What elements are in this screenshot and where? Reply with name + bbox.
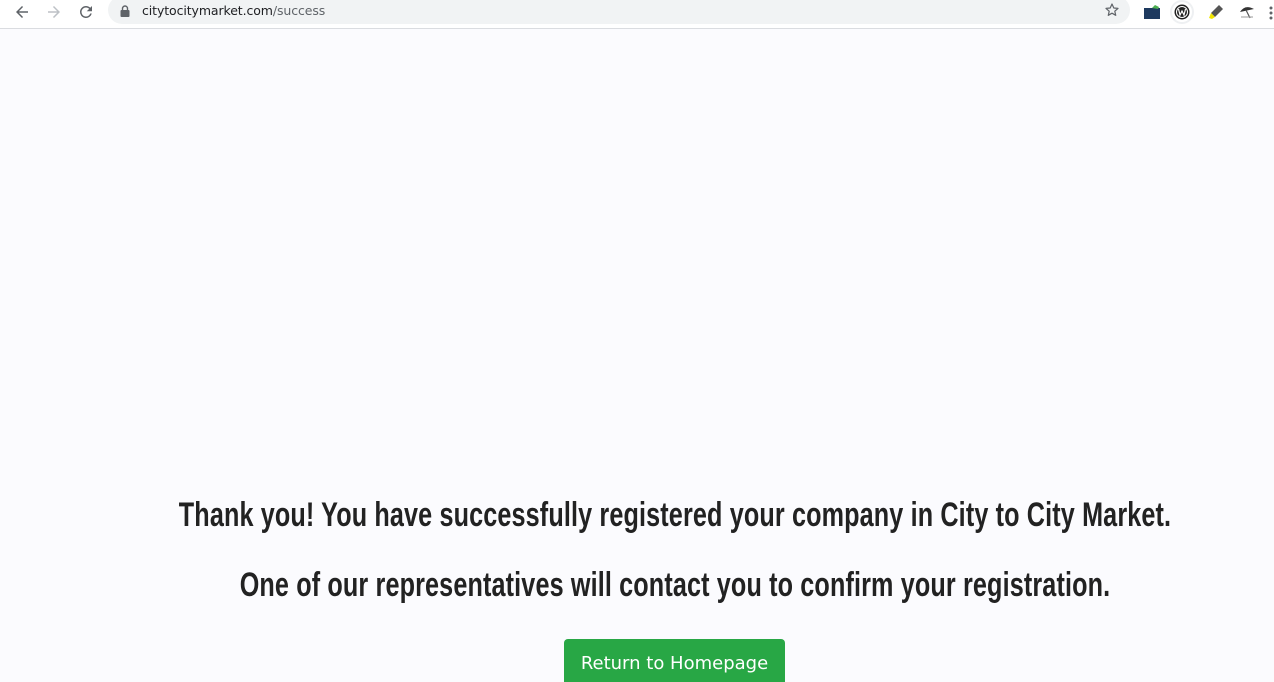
url-path: /success [272,3,326,18]
star-icon[interactable] [1104,2,1120,18]
folder-extension-icon [1144,5,1160,19]
w-extension-button[interactable] [1172,2,1192,22]
w-extension-icon [1174,4,1190,20]
arrow-left-icon [16,6,28,18]
lock-icon [120,5,130,17]
highlighter-extension-button[interactable] [1206,2,1226,22]
back-button[interactable] [10,0,34,24]
url-domain: citytocitymarket.com [142,3,273,18]
page-content: Thank you! You have successfully registe… [0,30,1274,682]
reload-icon [79,5,92,18]
address-bar[interactable]: citytocitymarket.com/success [108,0,1130,24]
folder-extension-button[interactable] [1142,2,1162,22]
arrow-right-icon [48,6,60,18]
browser-toolbar: citytocitymarket.com/success [0,0,1274,29]
more-vertical-icon[interactable] [1268,5,1274,21]
forward-button[interactable] [42,0,66,24]
success-message: Thank you! You have successfully registe… [178,496,1172,534]
umbrella-extension-button[interactable] [1237,2,1257,22]
return-to-homepage-button[interactable]: Return to Homepage [564,639,785,682]
contact-message: One of our representatives will contact … [239,566,1111,604]
umbrella-extension-icon [1240,7,1254,19]
highlighter-extension-icon [1209,5,1223,19]
url-text[interactable]: citytocitymarket.com/success [142,3,325,18]
reload-button[interactable] [74,0,98,24]
